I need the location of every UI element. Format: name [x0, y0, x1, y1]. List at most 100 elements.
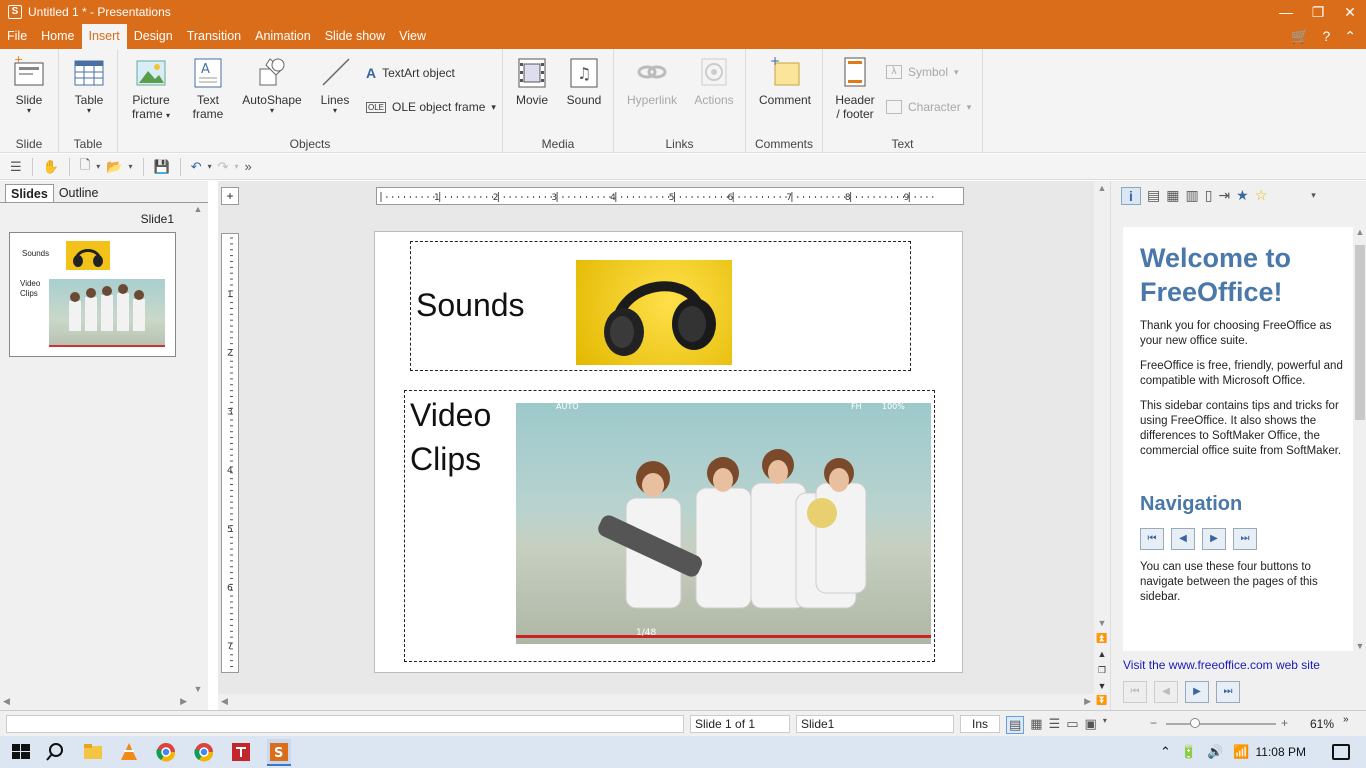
tab-animation[interactable]: Animation — [248, 24, 318, 49]
tab-slide-show[interactable]: Slide show — [318, 24, 392, 49]
video-text-line-1[interactable]: Video — [410, 394, 491, 437]
tab-design[interactable]: Design — [127, 24, 180, 49]
zoom-slider-thumb[interactable] — [1190, 718, 1200, 728]
ruler-origin-icon[interactable]: + — [221, 187, 239, 205]
slide-thumbnail[interactable]: Sounds Video Clips — [9, 232, 176, 357]
header-footer-button[interactable]: Header / footer — [831, 55, 879, 121]
menu-icon[interactable]: ☰ — [10, 159, 22, 175]
more-icon[interactable]: » — [1343, 714, 1349, 725]
scroll-down-icon[interactable]: ▼ — [1094, 618, 1110, 628]
chevron-down-icon[interactable]: ▾ — [129, 162, 133, 171]
slides-panel-horizontal-scrollbar[interactable]: ◀ ▶ — [0, 694, 190, 710]
outline-view-icon[interactable]: ☰ — [1049, 716, 1061, 734]
search-icon[interactable] — [44, 741, 66, 763]
save-icon[interactable]: 💾 — [154, 159, 170, 175]
chrome-icon[interactable] — [155, 741, 177, 763]
previous-slide-icon[interactable]: ▲ — [1094, 649, 1110, 659]
chevron-down-icon[interactable]: ▾ — [1103, 716, 1107, 734]
slide-sorter-view-icon[interactable]: ▦ — [1030, 716, 1042, 734]
help-icon[interactable]: ? — [1322, 28, 1330, 45]
ribbon-collapse-icon[interactable]: ⌃ — [1344, 28, 1356, 45]
insert-mode[interactable]: Ins — [960, 715, 1000, 733]
tab-home[interactable]: Home — [34, 24, 81, 49]
ole-object-button[interactable]: OLE OLE object frame ▾ — [366, 100, 496, 114]
previous-page-button[interactable]: ◀ — [1171, 528, 1195, 550]
slideshow-view-icon[interactable]: ▣ — [1085, 716, 1097, 734]
file-explorer-icon[interactable] — [82, 741, 104, 763]
slide-sorter-icon[interactable]: ❐ — [1094, 665, 1110, 676]
redo-icon[interactable]: ↷ — [218, 159, 229, 175]
autoshape-button[interactable]: AutoShape ▾ — [240, 55, 304, 115]
zoom-level[interactable]: 61% — [1310, 717, 1334, 731]
last-slide-icon[interactable]: ⏬ — [1094, 695, 1110, 706]
sounds-frame[interactable]: Sounds — [410, 241, 911, 371]
dropdown-icon[interactable]: ▾ — [1311, 190, 1316, 205]
zoom-slider[interactable] — [1166, 718, 1276, 728]
star-blue-icon[interactable]: ★ — [1236, 187, 1249, 205]
slide-canvas[interactable]: Sounds Video Clips AUTO FH 100% 1/48 — [374, 231, 963, 673]
vertical-ruler[interactable]: 1 2 3 4 5 6 7 — [221, 233, 239, 673]
more-icon[interactable]: » — [245, 159, 252, 174]
previous-page-button[interactable]: ◀ — [1154, 681, 1178, 703]
sounds-text[interactable]: Sounds — [416, 284, 525, 327]
scroll-left-icon[interactable]: ◀ — [3, 696, 10, 707]
chevron-down-icon[interactable]: ▾ — [235, 162, 239, 171]
wifi-icon[interactable]: 📶 — [1233, 744, 1249, 760]
comment-button[interactable]: + Comment — [754, 54, 816, 107]
info-icon[interactable]: i — [1121, 187, 1141, 205]
scroll-up-icon[interactable]: ▲ — [190, 204, 206, 214]
scroll-up-icon[interactable]: ▲ — [1094, 183, 1110, 193]
layout-icon[interactable]: ▯ — [1205, 187, 1213, 205]
next-page-button[interactable]: ▶ — [1185, 681, 1209, 703]
first-page-button[interactable]: ⏮ — [1140, 528, 1164, 550]
first-page-button[interactable]: ⏮ — [1123, 681, 1147, 703]
tab-transition[interactable]: Transition — [180, 24, 248, 49]
tab-insert[interactable]: Insert — [81, 24, 127, 49]
undo-icon[interactable]: ↶ — [191, 159, 202, 175]
sidebar-scrollbar[interactable]: ▲ ▼ — [1353, 227, 1366, 651]
first-slide-icon[interactable]: ⏫ — [1094, 633, 1110, 644]
handout-view-icon[interactable]: ▭ — [1066, 716, 1078, 734]
new-document-icon[interactable]: 🗋 — [80, 156, 90, 178]
scroll-right-icon[interactable]: ▶ — [180, 696, 187, 707]
horizontal-ruler[interactable]: 1 2 3 4 5 6 7 8 9 — [376, 187, 964, 205]
textart-button[interactable]: A TextArt object — [366, 65, 455, 81]
actions-button[interactable]: Actions — [690, 55, 738, 107]
minimize-button[interactable]: — — [1270, 0, 1302, 24]
cart-icon[interactable]: 🛒 — [1291, 28, 1308, 45]
text-frame-button[interactable]: A Text frame — [188, 55, 228, 121]
lines-button[interactable]: Lines ▾ — [317, 55, 353, 115]
scrollbar-thumb[interactable] — [1355, 245, 1365, 420]
close-button[interactable]: ✕ — [1334, 0, 1366, 24]
tab-outline[interactable]: Outline — [54, 184, 104, 202]
tab-view[interactable]: View — [392, 24, 433, 49]
sound-button[interactable]: ♫ Sound — [565, 55, 603, 107]
notifications-icon[interactable] — [1332, 744, 1350, 760]
zoom-out-button[interactable]: − — [1150, 716, 1157, 730]
last-page-button[interactable]: ⏭ — [1216, 681, 1240, 703]
volume-icon[interactable]: 🔊 — [1207, 744, 1223, 760]
chevron-down-icon[interactable]: ▾ — [208, 162, 212, 171]
doc-icon[interactable]: ▦ — [1166, 187, 1179, 205]
hyperlink-button[interactable]: Hyperlink — [624, 55, 680, 107]
video-frame[interactable]: Video Clips AUTO FH 100% 1/48 — [404, 390, 935, 662]
export-icon[interactable]: ⇥ — [1218, 187, 1230, 205]
table-icon[interactable]: ▤ — [1147, 187, 1160, 205]
scroll-down-icon[interactable]: ▼ — [1353, 641, 1366, 651]
open-icon[interactable]: 📂 — [106, 159, 122, 175]
movie-button[interactable]: Movie — [513, 55, 551, 107]
chrome-profile-icon[interactable] — [193, 741, 215, 763]
freeoffice-website-link[interactable]: Visit the www.freeoffice.com web site — [1123, 658, 1320, 672]
table-button[interactable]: Table ▾ — [69, 55, 109, 115]
video-text-line-2[interactable]: Clips — [410, 438, 481, 481]
video-clip-image[interactable]: AUTO FH 100% 1/48 — [516, 403, 931, 644]
scroll-down-icon[interactable]: ▼ — [190, 684, 206, 694]
new-slide-button[interactable]: + Slide ▾ — [9, 53, 49, 115]
battery-icon[interactable]: 🔋 — [1181, 744, 1197, 760]
textmaker-icon[interactable] — [230, 741, 252, 763]
presentations-taskbar-icon[interactable]: S — [267, 739, 291, 766]
scroll-left-icon[interactable]: ◀ — [221, 696, 228, 707]
symbol-button[interactable]: λ Symbol ▾ — [886, 65, 959, 79]
tray-expand-icon[interactable]: ⌃ — [1160, 744, 1171, 760]
chart-icon[interactable]: ▥ — [1185, 187, 1198, 205]
